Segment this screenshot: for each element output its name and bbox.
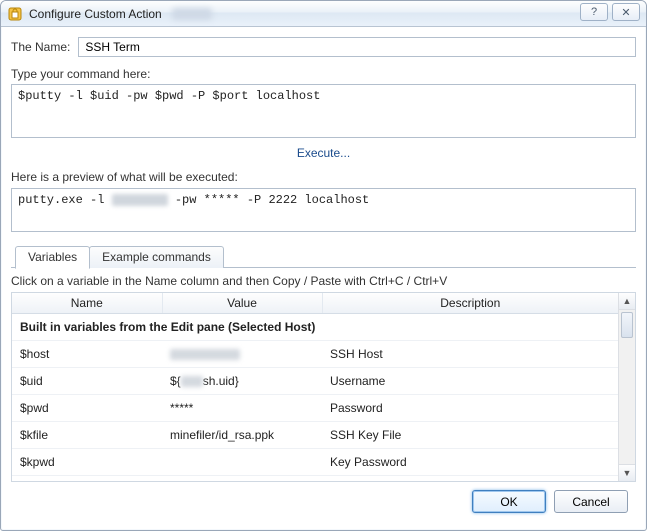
table-row[interactable]: $uid ${sh.uid} Username [12, 368, 618, 395]
scroll-up-arrow[interactable]: ▲ [619, 293, 635, 310]
tab-instruction: Click on a variable in the Name column a… [11, 274, 636, 288]
cancel-button[interactable]: Cancel [554, 490, 628, 513]
var-value [162, 341, 322, 368]
var-name: $host [12, 341, 162, 368]
col-value[interactable]: Value [162, 293, 322, 314]
titlebar: Configure Custom Action ? ✕ [1, 1, 646, 27]
help-button[interactable]: ? [580, 3, 608, 21]
tabs-container: Variables Example commands [11, 246, 636, 268]
var-name: $kpwd [12, 449, 162, 476]
var-desc: Password [322, 395, 618, 422]
section-heading-row: Built in variables from the Edit pane (S… [12, 314, 618, 341]
ok-button[interactable]: OK [472, 490, 546, 513]
title-redacted-area [172, 8, 212, 20]
tab-variables[interactable]: Variables [15, 246, 90, 269]
var-desc: Key Password [322, 449, 618, 476]
tabstrip-border [223, 267, 636, 268]
var-name: $pwd [12, 395, 162, 422]
client-area: The Name: Type your command here: Execut… [1, 27, 646, 530]
var-desc: Username [322, 368, 618, 395]
command-textarea[interactable] [11, 84, 636, 138]
section-heading: Built in variables from the Edit pane (S… [12, 314, 618, 341]
preview-output: putty.exe -l -pw ***** -P 2222 localhost [11, 188, 636, 232]
var-name: $kfile [12, 422, 162, 449]
dialog-footer: OK Cancel [11, 482, 636, 521]
window-title: Configure Custom Action [29, 7, 162, 21]
scroll-down-arrow[interactable]: ▼ [619, 464, 635, 481]
table-row[interactable]: $kfile minefiler/id_rsa.ppk SSH Key File [12, 422, 618, 449]
var-name: $uid [12, 368, 162, 395]
var-desc: SSH Host [322, 341, 618, 368]
col-description[interactable]: Description [322, 293, 618, 314]
name-input[interactable] [78, 37, 636, 57]
redacted-value [181, 376, 203, 387]
execute-link[interactable]: Execute... [11, 146, 636, 160]
col-name[interactable]: Name [12, 293, 162, 314]
redacted-value [170, 349, 240, 360]
var-value: ${sh.uid} [162, 368, 322, 395]
var-value [162, 449, 322, 476]
var-desc: SSH Key File [322, 422, 618, 449]
tab-example-commands[interactable]: Example commands [89, 246, 224, 268]
preview-suffix: -pw ***** -P 2222 localhost [168, 193, 370, 207]
variables-table-container: Name Value Description Built in variable… [11, 292, 636, 482]
command-label: Type your command here: [11, 67, 636, 81]
vertical-scrollbar[interactable]: ▲ ▼ [618, 293, 635, 481]
var-value: minefiler/id_rsa.ppk [162, 422, 322, 449]
table-row[interactable]: $pwd ***** Password [12, 395, 618, 422]
app-icon [7, 6, 23, 22]
tabstrip: Variables Example commands [11, 246, 636, 268]
scroll-track[interactable] [619, 340, 635, 464]
dialog-window: Configure Custom Action ? ✕ The Name: Ty… [0, 0, 647, 531]
name-label: The Name: [11, 40, 70, 54]
scroll-thumb[interactable] [621, 312, 633, 338]
variables-table: Name Value Description Built in variable… [12, 293, 618, 476]
table-row[interactable]: $host SSH Host [12, 341, 618, 368]
table-header-row: Name Value Description [12, 293, 618, 314]
close-button[interactable]: ✕ [612, 3, 640, 21]
table-row[interactable]: $kpwd Key Password [12, 449, 618, 476]
preview-prefix: putty.exe -l [18, 193, 112, 207]
preview-label: Here is a preview of what will be execut… [11, 170, 636, 184]
var-value: ***** [162, 395, 322, 422]
preview-redacted-user [112, 194, 168, 206]
